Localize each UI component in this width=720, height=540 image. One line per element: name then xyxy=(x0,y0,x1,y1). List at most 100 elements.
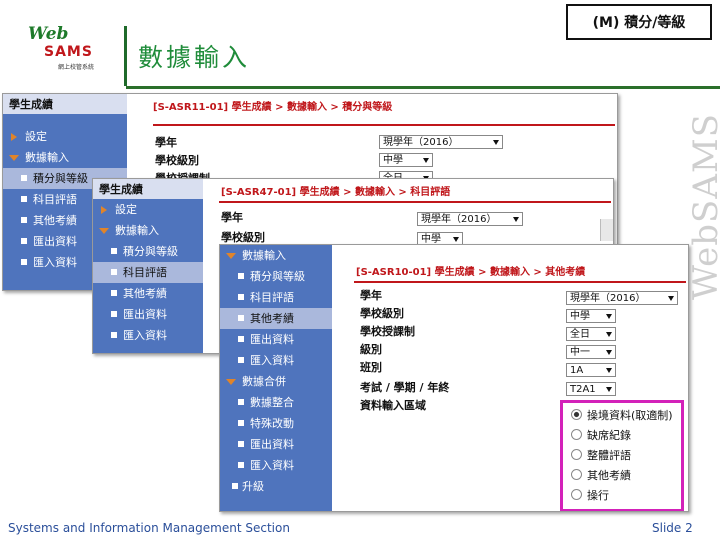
field-label-input-area: 資料輸入區域 xyxy=(360,399,426,412)
bullet-icon xyxy=(21,238,27,244)
bullet-icon xyxy=(238,315,244,321)
nav-data-entry[interactable]: 數據輸入 xyxy=(93,220,203,241)
radio-icon xyxy=(571,469,582,480)
nav-other-performance[interactable]: 其他考績 xyxy=(93,283,203,304)
title-underline xyxy=(354,281,686,283)
nav-data-consolidate[interactable]: 數據整合 xyxy=(220,392,332,413)
chevron-down-icon xyxy=(493,140,499,145)
chevron-down-icon xyxy=(606,332,612,337)
radio-selected-icon xyxy=(571,409,582,420)
bullet-icon xyxy=(238,441,244,447)
expand-icon xyxy=(11,133,17,141)
logo-sams-text: SAMS xyxy=(44,44,93,60)
breadcrumb: [S-ASR10-01] 學生成績 > 數據輸入 > 其他考績 xyxy=(356,267,586,278)
chevron-down-icon xyxy=(606,368,612,373)
nav-export[interactable]: 匯出資料 xyxy=(93,304,203,325)
title-underline xyxy=(153,124,615,126)
bullet-icon xyxy=(21,259,27,265)
bullet-icon xyxy=(238,294,244,300)
websams-watermark: WebSAMS xyxy=(686,112,720,300)
radio-option-other-performance[interactable]: 其他考績 xyxy=(571,467,631,483)
bullet-icon xyxy=(238,420,244,426)
page-title: 數據輸入 xyxy=(138,43,251,72)
breadcrumb: [S-ASR11-01] 學生成績 > 數據輸入 > 積分與等級 xyxy=(153,102,393,113)
nav-data-merge[interactable]: 數據合併 xyxy=(220,371,332,392)
collapse-icon xyxy=(99,228,109,234)
nav-subject-comments[interactable]: 科目評語 xyxy=(220,287,332,308)
title-underline xyxy=(219,201,611,203)
nav-other-performance[interactable]: 其他考績 xyxy=(220,308,332,329)
nav-import-2[interactable]: 匯入資料 xyxy=(220,455,332,476)
bullet-icon xyxy=(21,196,27,202)
nav-import[interactable]: 匯入資料 xyxy=(220,350,332,371)
field-label-term: 考試 / 學期 / 年終 xyxy=(360,381,450,394)
nav-subject-comments[interactable]: 科目評語 xyxy=(93,262,203,283)
chevron-down-icon xyxy=(668,296,674,301)
session-select[interactable]: 全日 xyxy=(566,327,616,341)
radio-icon xyxy=(571,429,582,440)
year-select[interactable]: 現學年（2016） xyxy=(417,212,523,226)
radio-option-behavior[interactable]: 操行 xyxy=(571,487,609,503)
radio-option-overall-comment[interactable]: 整體評語 xyxy=(571,447,631,463)
nav-scores-grades[interactable]: 積分與等級 xyxy=(93,241,203,262)
bullet-icon xyxy=(238,399,244,405)
screenshot-window-3: 數據輸入 積分與等級 科目評語 其他考績 匯出資料 匯入資料 數據合併 數據整合… xyxy=(219,244,689,512)
topic-badge: (M) 積分/等級 xyxy=(566,4,712,40)
field-label-school-level: 學校級別 xyxy=(221,231,265,244)
field-label-session: 學校授課制 xyxy=(360,325,415,338)
slide-number: Slide 2 xyxy=(652,521,693,535)
bullet-icon xyxy=(21,175,27,181)
field-label-level: 級別 xyxy=(360,343,382,356)
breadcrumb: [S-ASR47-01] 學生成績 > 數據輸入 > 科目評語 xyxy=(221,187,451,198)
nav-export[interactable]: 匯出資料 xyxy=(220,329,332,350)
field-label-class: 班別 xyxy=(360,361,382,374)
field-label-year: 學年 xyxy=(221,211,243,224)
nav-scores-grades[interactable]: 積分與等級 xyxy=(220,266,332,287)
school-level-select[interactable]: 中學 xyxy=(379,153,433,167)
field-label-year: 學年 xyxy=(360,289,382,302)
bullet-icon xyxy=(238,357,244,363)
bullet-icon xyxy=(111,269,117,275)
sidebar-header: 學生成績 xyxy=(3,94,127,114)
bullet-icon xyxy=(111,248,117,254)
chevron-down-icon xyxy=(606,350,612,355)
chevron-down-icon xyxy=(606,314,612,319)
bullet-icon xyxy=(111,290,117,296)
logo-web-text: Web xyxy=(28,24,69,44)
expand-icon xyxy=(101,206,107,214)
level-select[interactable]: 中一 xyxy=(566,345,616,359)
year-select[interactable]: 現學年（2016） xyxy=(566,291,678,305)
class-select[interactable]: 1A xyxy=(566,363,616,377)
header-divider xyxy=(124,26,127,86)
bullet-icon xyxy=(238,336,244,342)
term-select[interactable]: T2A1 xyxy=(566,382,616,396)
nav-special-changes[interactable]: 特殊改動 xyxy=(220,413,332,434)
header-rule xyxy=(126,86,720,89)
chevron-down-icon xyxy=(453,237,459,242)
nav-data-entry[interactable]: 數據輸入 xyxy=(220,245,332,266)
sidebar: 學生成績 設定 數據輸入 積分與等級 科目評語 其他考績 匯出資料 匯入資料 xyxy=(93,179,203,353)
sidebar: 數據輸入 積分與等級 科目評語 其他考績 匯出資料 匯入資料 數據合併 數據整合… xyxy=(220,245,332,511)
bullet-icon xyxy=(111,311,117,317)
nav-import[interactable]: 匯入資料 xyxy=(93,325,203,346)
websams-logo: Web SAMS 網上校管系統 xyxy=(14,22,122,78)
bullet-icon xyxy=(232,483,238,489)
radio-option-absence[interactable]: 缺席紀錄 xyxy=(571,427,631,443)
nav-data-entry[interactable]: 數據輸入 xyxy=(3,147,127,168)
chevron-down-icon xyxy=(513,217,519,222)
collapse-icon xyxy=(226,253,236,259)
bullet-icon xyxy=(21,217,27,223)
scrollbar[interactable] xyxy=(600,219,613,241)
radio-option-conduct[interactable]: 操境資料(取適制) xyxy=(571,407,673,423)
field-label-year: 學年 xyxy=(155,136,177,149)
nav-settings[interactable]: 設定 xyxy=(93,199,203,220)
nav-promotion[interactable]: 升級 xyxy=(220,476,332,497)
nav-settings[interactable]: 設定 xyxy=(3,126,127,147)
nav-export-2[interactable]: 匯出資料 xyxy=(220,434,332,455)
year-select[interactable]: 現學年（2016） xyxy=(379,135,503,149)
school-level-select[interactable]: 中學 xyxy=(566,309,616,323)
radio-icon xyxy=(571,489,582,500)
sidebar-header: 學生成績 xyxy=(93,179,203,199)
collapse-icon xyxy=(9,155,19,161)
logo-subtitle: 網上校管系統 xyxy=(58,64,95,71)
